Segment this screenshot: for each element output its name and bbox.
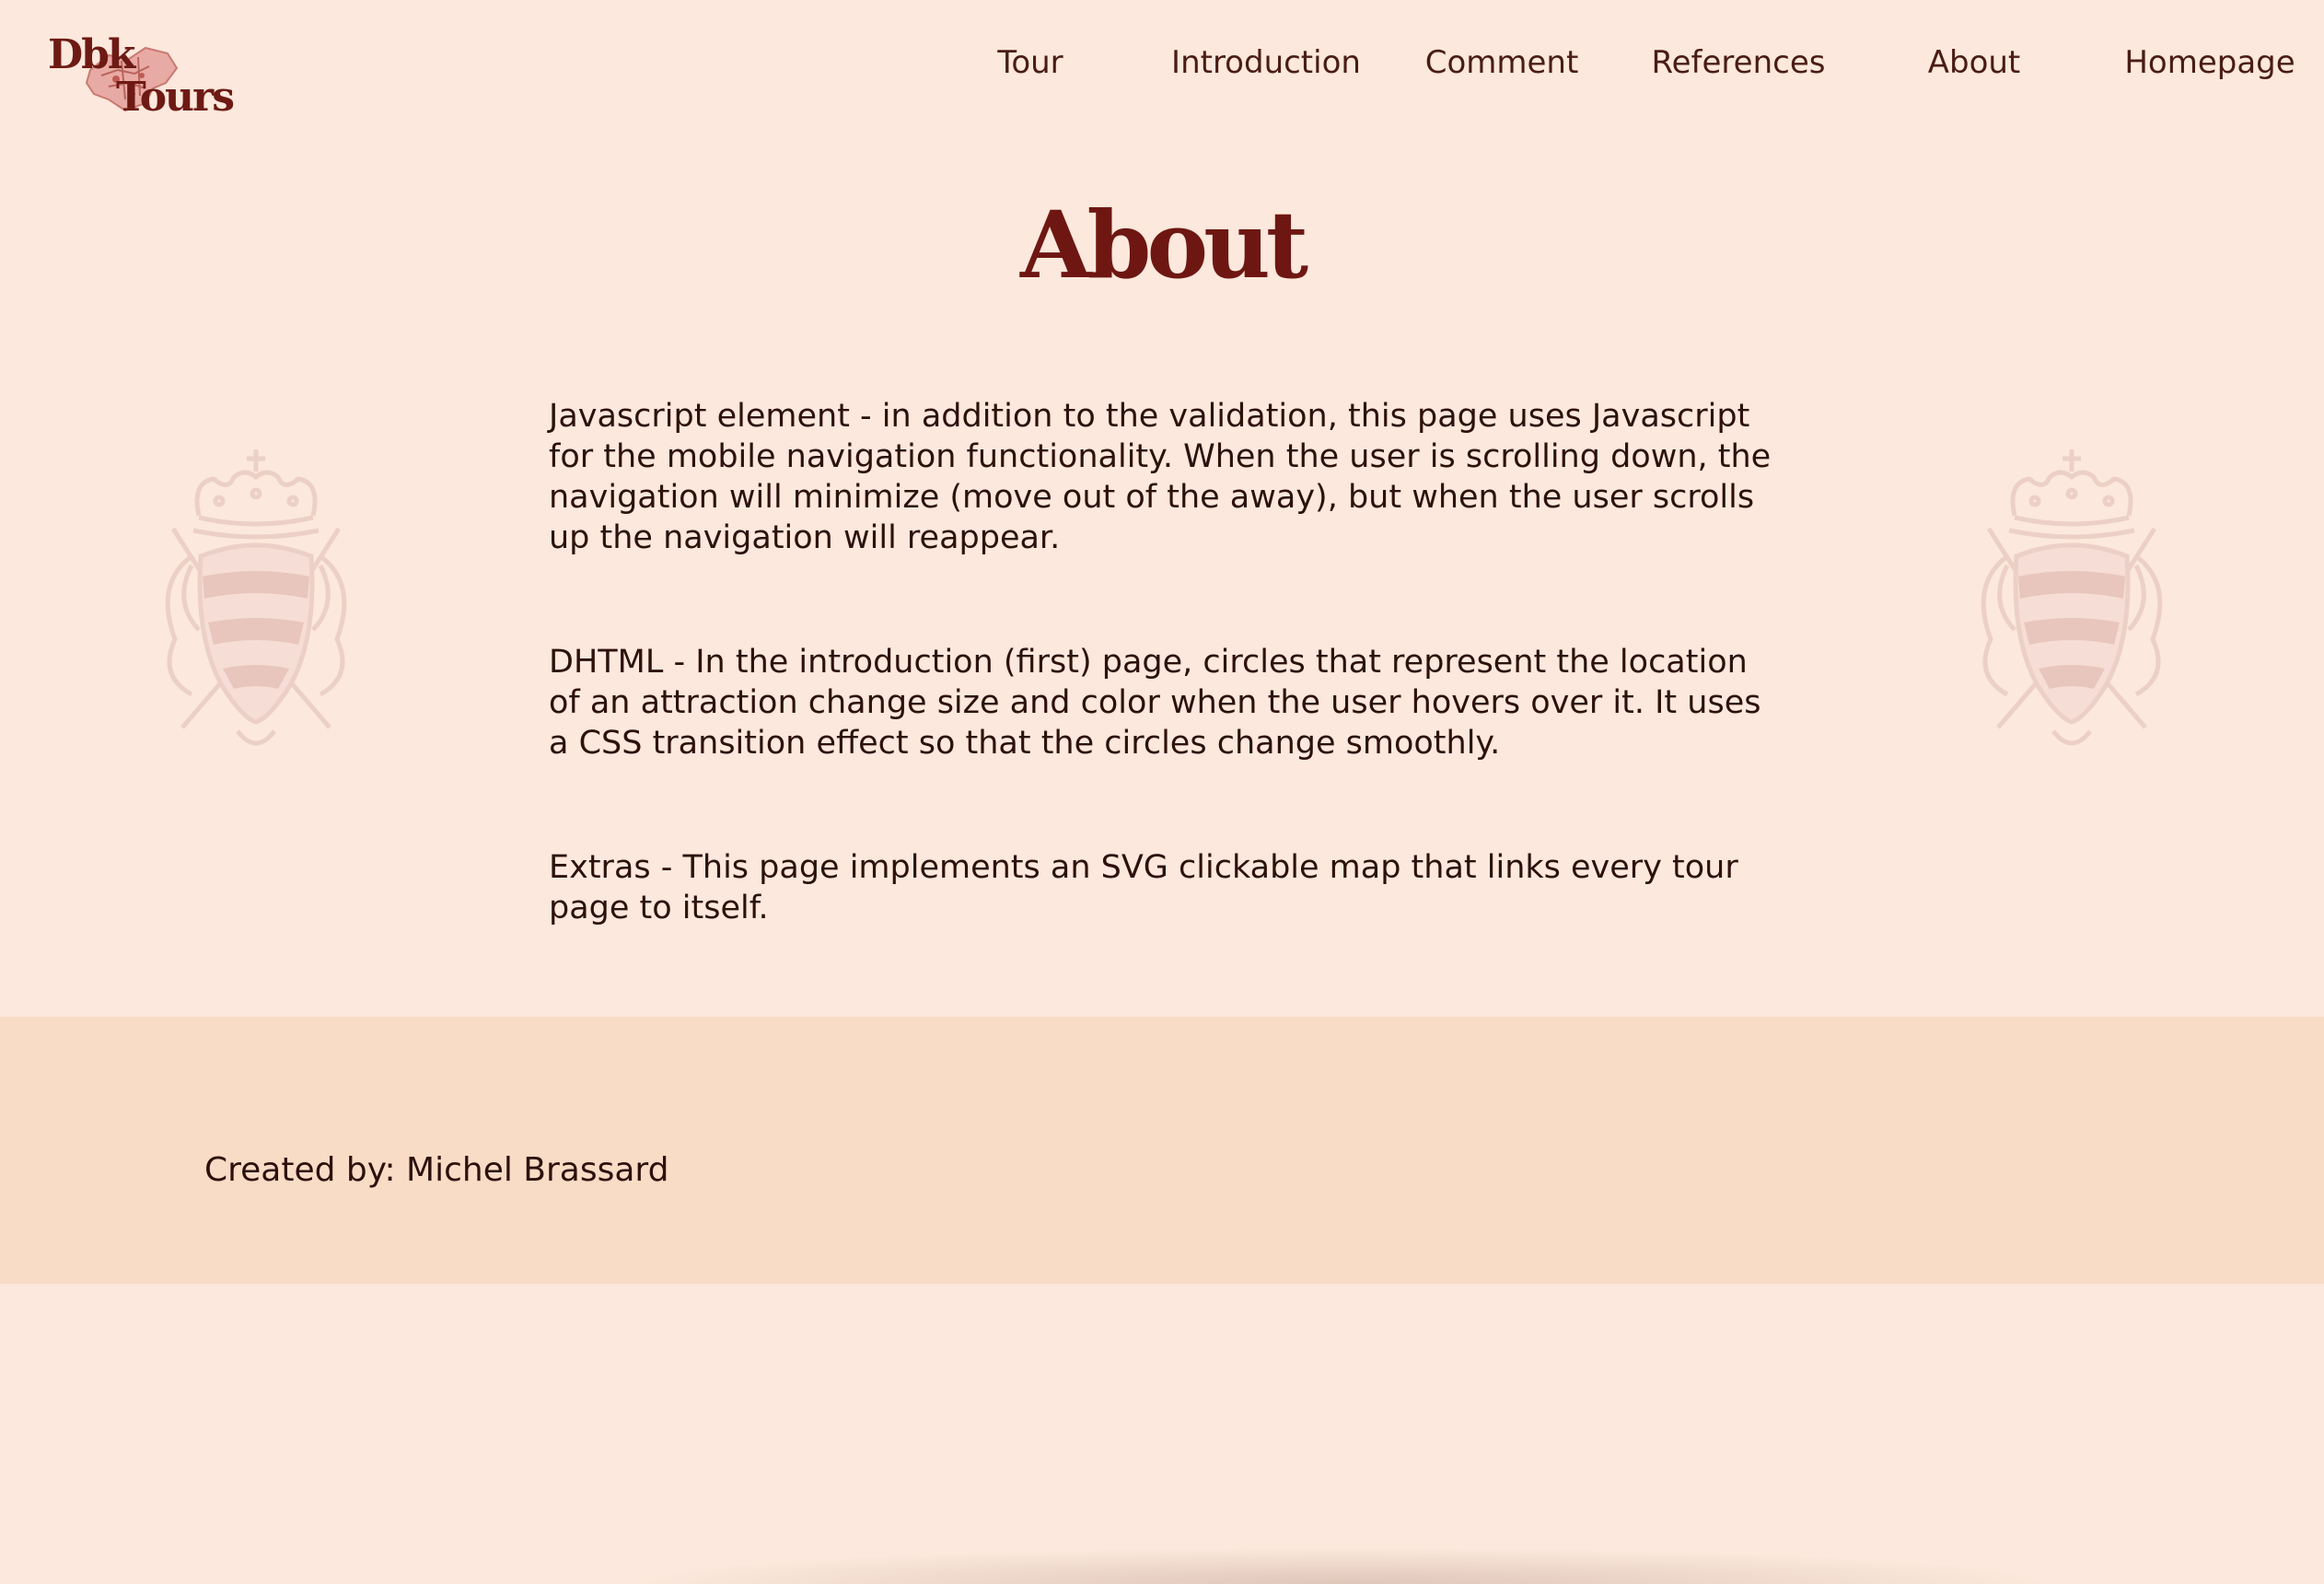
page-title: About [1019, 191, 1308, 299]
paragraph-dhtml: DHTML - In the introduction (first) page… [549, 644, 1761, 762]
footer-credit: Created by: Michel Brassard [204, 1151, 669, 1189]
footer: Created by: Michel Brassard [0, 1017, 2324, 1284]
logo-text-line2: Tours [116, 74, 235, 121]
coat-of-arms-icon [1981, 449, 2163, 746]
nav-link-introduction[interactable]: Introduction [1171, 42, 1361, 83]
nav-link-comment[interactable]: Comment [1425, 42, 1579, 83]
page: Dbk Tours Tour Introduction Comment Refe… [0, 0, 2324, 1584]
nav-link-references[interactable]: References [1652, 42, 1826, 83]
main-nav: Tour Introduction Comment References Abo… [0, 42, 2324, 83]
nav-link-about[interactable]: About [1928, 42, 2021, 83]
paragraph-extras: Extras - This page implements an SVG cli… [549, 849, 1738, 926]
coat-of-arms-icon [165, 449, 347, 746]
bottom-shadow [626, 1547, 2063, 1584]
nav-link-homepage[interactable]: Homepage [2124, 42, 2295, 83]
about-content: Javascript element - in addition to the … [549, 396, 1783, 1012]
nav-link-tour[interactable]: Tour [997, 42, 1063, 83]
paragraph-javascript: Javascript element - in addition to the … [549, 398, 1772, 556]
